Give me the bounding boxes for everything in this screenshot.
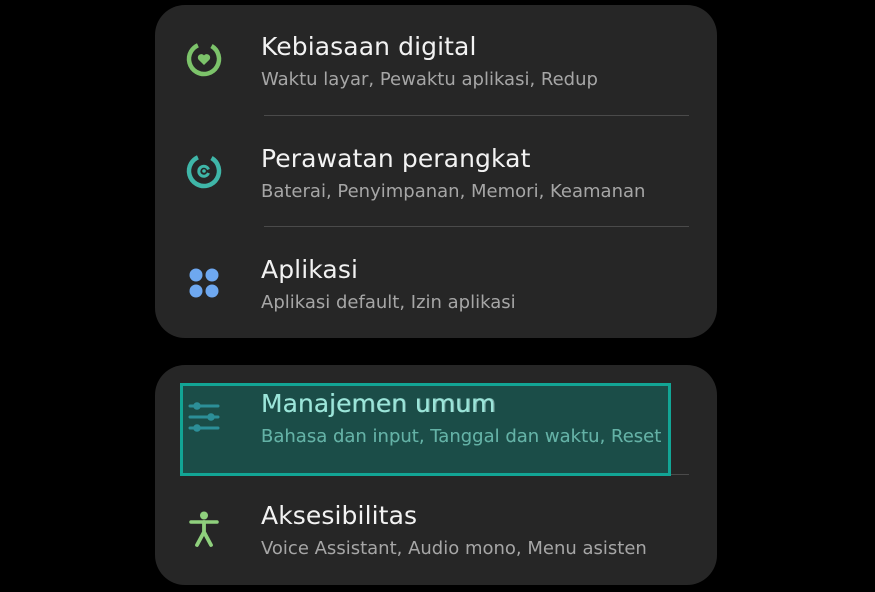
- item-title: Perawatan perangkat: [261, 144, 531, 173]
- selection-highlight: [180, 383, 671, 476]
- device-care-icon: [183, 150, 225, 192]
- item-title: Aksesibilitas: [261, 501, 418, 530]
- apps-icon: [183, 262, 225, 304]
- settings-item-accessibility[interactable]: Aksesibilitas Voice Assistant, Audio mon…: [155, 475, 717, 585]
- settings-group-1: Kebiasaan digital Waktu layar, Pewaktu a…: [155, 5, 717, 338]
- settings-item-apps[interactable]: Aplikasi Aplikasi default, Izin aplikasi: [155, 227, 717, 338]
- item-title: Kebiasaan digital: [261, 32, 477, 61]
- accessibility-icon: [183, 508, 225, 550]
- item-title: Aplikasi: [261, 255, 358, 284]
- item-subtitle: Voice Assistant, Audio mono, Menu asiste…: [261, 538, 647, 559]
- settings-item-digital-wellbeing[interactable]: Kebiasaan digital Waktu layar, Pewaktu a…: [155, 5, 717, 116]
- digital-wellbeing-icon: [183, 38, 225, 80]
- item-subtitle: Waktu layar, Pewaktu aplikasi, Redup: [261, 69, 598, 90]
- item-subtitle: Aplikasi default, Izin aplikasi: [261, 292, 516, 313]
- settings-item-device-care[interactable]: Perawatan perangkat Baterai, Penyimpanan…: [155, 116, 717, 227]
- item-subtitle: Baterai, Penyimpanan, Memori, Keamanan: [261, 181, 646, 202]
